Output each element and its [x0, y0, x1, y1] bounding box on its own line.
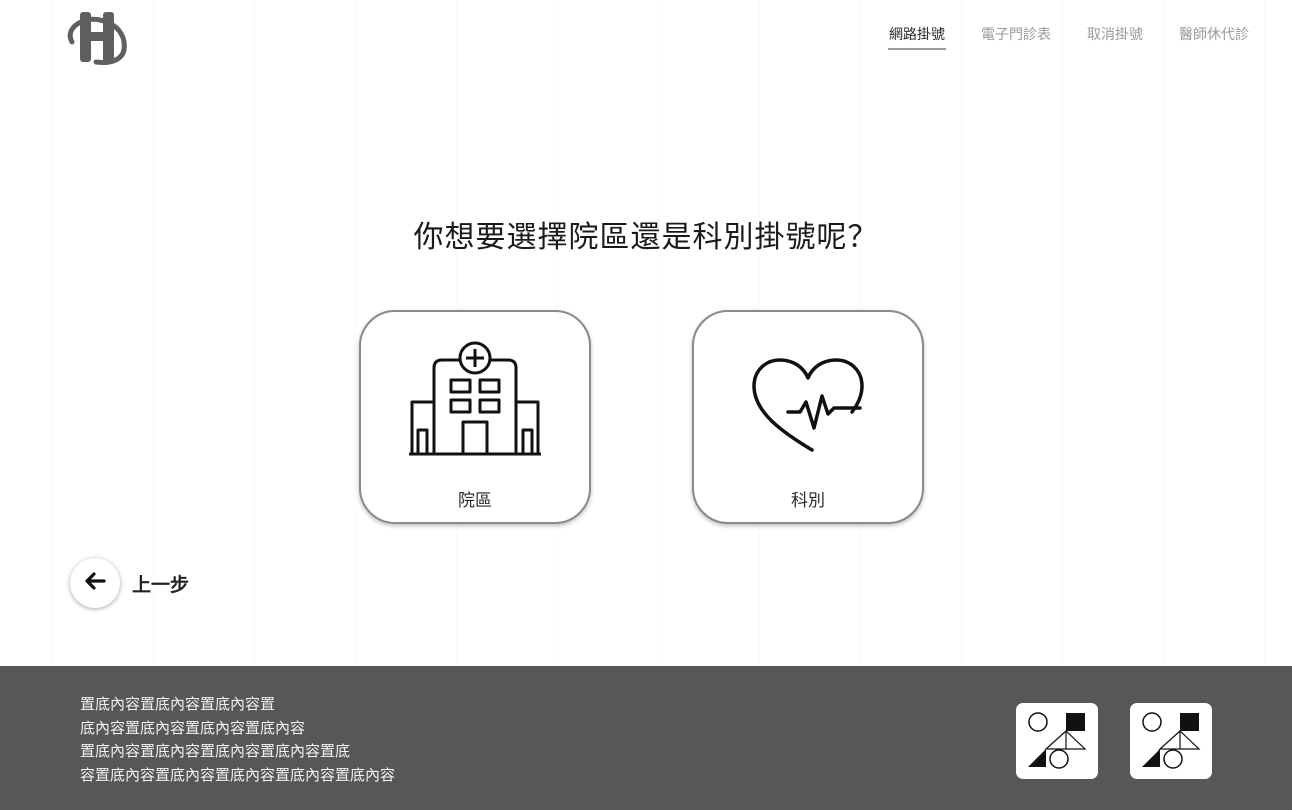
- department-choice-label: 科別: [791, 491, 825, 511]
- footer-text: 置底內容置底內容置底內容置 底內容置底內容置底內容置底內容 置底內容置底內容置底…: [80, 693, 395, 787]
- footer-badge-shapes-icon[interactable]: [1016, 703, 1098, 779]
- nav-item-doctor-leave[interactable]: 醫師休代診: [1178, 24, 1250, 50]
- shapes-icon: [1142, 712, 1201, 769]
- h-logo-icon[interactable]: [66, 6, 130, 66]
- footer-line: 置底內容置底內容置底內容置底內容置底: [80, 742, 351, 760]
- back-button-circle[interactable]: [70, 558, 120, 608]
- shapes-icon: [1028, 712, 1087, 769]
- nav-item-online-registration[interactable]: 網路掛號: [888, 24, 946, 50]
- department-choice-card[interactable]: 科別: [692, 310, 924, 524]
- footer-badge-shapes-icon[interactable]: [1130, 703, 1212, 779]
- nav-item-cancel-registration[interactable]: 取消掛號: [1086, 24, 1144, 50]
- back-button[interactable]: 上一步: [70, 558, 189, 608]
- back-button-label: 上一步: [132, 573, 190, 596]
- footer: 置底內容置底內容置底內容置 底內容置底內容置底內容置底內容 置底內容置底內容置底…: [0, 666, 1292, 810]
- hospital-icon: [407, 338, 543, 462]
- campus-choice-label: 院區: [458, 491, 492, 511]
- footer-line: 置底內容置底內容置底內容置: [80, 695, 276, 713]
- footer-line: 底內容置底內容置底內容置底內容: [80, 718, 306, 737]
- page-question: 你想要選擇院區還是科別掛號呢？: [413, 220, 879, 255]
- campus-choice-card[interactable]: 院區: [359, 310, 591, 524]
- background-grid: [0, 0, 1292, 666]
- footer-line: 容置底內容置底內容置底內容置底內容置底內容: [80, 765, 396, 784]
- main-nav: 網路掛號 電子門診表 取消掛號 醫師休代診: [888, 24, 1250, 50]
- arrow-left-icon: [84, 572, 106, 594]
- nav-item-clinic-schedule[interactable]: 電子門診表: [980, 24, 1052, 50]
- heartbeat-icon: [740, 338, 876, 462]
